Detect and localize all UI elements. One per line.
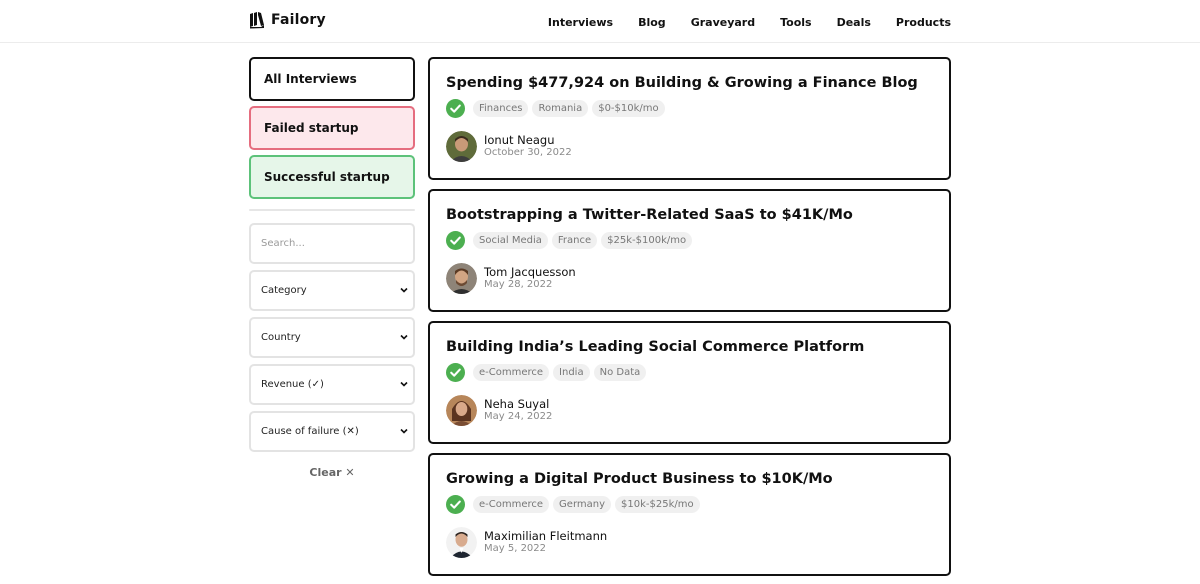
- check-circle-icon: [446, 495, 465, 514]
- avatar: [446, 131, 477, 162]
- nav-products[interactable]: Products: [896, 16, 951, 29]
- cause-of-failure-select[interactable]: Cause of failure (✕): [249, 411, 415, 452]
- country-select-label: Country: [261, 332, 301, 343]
- filter-sidebar: All Interviews Failed startup Successful…: [249, 57, 415, 479]
- interview-title[interactable]: Spending $477,924 on Building & Growing …: [446, 75, 918, 91]
- interview-author: Tom Jacquesson May 28, 2022: [446, 263, 576, 294]
- revenue-tag: $25k-$100k/mo: [601, 232, 693, 249]
- author-name: Tom Jacquesson: [484, 265, 576, 279]
- brand-name: Failory: [271, 12, 326, 28]
- revenue-select-label: Revenue (✓): [261, 379, 324, 390]
- interview-card[interactable]: Growing a Digital Product Business to $1…: [428, 453, 951, 576]
- author-name: Maximilian Fleitmann: [484, 529, 608, 543]
- interview-author: Ionut Neagu October 30, 2022: [446, 131, 572, 162]
- interview-date: May 24, 2022: [484, 411, 553, 422]
- nav-graveyard[interactable]: Graveyard: [691, 16, 755, 29]
- cause-of-failure-select-label: Cause of failure (✕): [261, 426, 359, 437]
- interview-title[interactable]: Building India’s Leading Social Commerce…: [446, 339, 864, 355]
- revenue-select[interactable]: Revenue (✓): [249, 364, 415, 405]
- chevron-down-icon: [400, 334, 408, 340]
- filter-all-interviews-button[interactable]: All Interviews: [249, 57, 415, 101]
- country-select[interactable]: Country: [249, 317, 415, 358]
- interview-tags: e-Commerce Germany $10k-$25k/mo: [446, 495, 700, 514]
- category-select[interactable]: Category: [249, 270, 415, 311]
- clear-filters-label: Clear ✕: [309, 466, 355, 479]
- category-tag: e-Commerce: [473, 364, 550, 381]
- interview-date: May 28, 2022: [484, 279, 553, 290]
- interview-list: Spending $477,924 on Building & Growing …: [428, 57, 951, 584]
- category-select-label: Category: [261, 285, 307, 296]
- country-tag: Germany: [553, 496, 612, 513]
- interview-date: October 30, 2022: [484, 147, 572, 158]
- avatar: [446, 395, 477, 426]
- main-nav: Interviews Blog Graveyard Tools Deals Pr…: [548, 16, 951, 29]
- chevron-down-icon: [400, 287, 408, 293]
- chevron-down-icon: [400, 428, 408, 434]
- revenue-tag: No Data: [593, 364, 647, 381]
- brand-logo[interactable]: Failory: [249, 11, 326, 29]
- filter-failed-startup-button[interactable]: Failed startup: [249, 106, 415, 150]
- country-tag: Romania: [532, 100, 589, 117]
- filter-successful-startup-button[interactable]: Successful startup: [249, 155, 415, 199]
- check-circle-icon: [446, 99, 465, 118]
- clear-filters-button[interactable]: Clear ✕: [249, 466, 415, 479]
- nav-tools[interactable]: Tools: [780, 16, 811, 29]
- check-circle-icon: [446, 363, 465, 382]
- interview-card[interactable]: Spending $477,924 on Building & Growing …: [428, 57, 951, 180]
- interview-card[interactable]: Building India’s Leading Social Commerce…: [428, 321, 951, 444]
- nav-deals[interactable]: Deals: [837, 16, 871, 29]
- top-navbar: Failory Interviews Blog Graveyard Tools …: [0, 0, 1200, 43]
- author-name: Neha Suyal: [484, 397, 550, 411]
- sidebar-divider: [249, 209, 415, 211]
- category-tag: e-Commerce: [473, 496, 550, 513]
- country-tag: France: [551, 232, 598, 249]
- interview-title[interactable]: Growing a Digital Product Business to $1…: [446, 471, 833, 487]
- nav-interviews[interactable]: Interviews: [548, 16, 613, 29]
- avatar: [446, 527, 477, 558]
- category-tag: Social Media: [473, 232, 548, 249]
- chevron-down-icon: [400, 381, 408, 387]
- category-tag: Finances: [473, 100, 529, 117]
- interview-tags: Social Media France $25k-$100k/mo: [446, 231, 693, 250]
- nav-blog[interactable]: Blog: [638, 16, 666, 29]
- author-name: Ionut Neagu: [484, 133, 555, 147]
- search-input[interactable]: [249, 223, 415, 264]
- book-stack-icon: [250, 12, 264, 29]
- avatar: [446, 263, 477, 294]
- country-tag: India: [553, 364, 590, 381]
- interview-tags: Finances Romania $0-$10k/mo: [446, 99, 665, 118]
- revenue-tag: $0-$10k/mo: [592, 100, 665, 117]
- revenue-tag: $10k-$25k/mo: [615, 496, 700, 513]
- check-circle-icon: [446, 231, 465, 250]
- interview-date: May 5, 2022: [484, 543, 547, 554]
- interview-title[interactable]: Bootstrapping a Twitter-Related SaaS to …: [446, 207, 853, 223]
- interview-tags: e-Commerce India No Data: [446, 363, 647, 382]
- interview-author: Neha Suyal May 24, 2022: [446, 395, 552, 426]
- interview-author: Maximilian Fleitmann May 5, 2022: [446, 527, 607, 558]
- interview-card[interactable]: Bootstrapping a Twitter-Related SaaS to …: [428, 189, 951, 312]
